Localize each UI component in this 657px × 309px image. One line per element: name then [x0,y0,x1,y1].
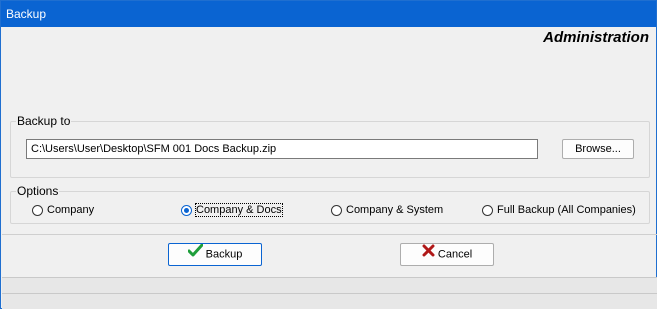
checkmark-icon [187,243,204,265]
browse-button-label: Browse... [575,143,621,155]
radio-full-backup[interactable]: Full Backup (All Companies) [482,202,636,218]
window-title: Backup [6,7,47,21]
radio-full-backup-label: Full Backup (All Companies) [497,204,636,216]
radio-company[interactable]: Company [32,202,94,218]
backup-button[interactable]: Backup [168,243,262,266]
radio-button-selected-icon [181,204,192,216]
section-title: Administration [543,29,649,46]
backup-path-input[interactable]: C:\Users\User\Desktop\SFM 001 Docs Backu… [26,139,538,159]
backup-dialog: Backup Administration Backup to C:\Users… [0,0,657,309]
status-bar-lower [2,293,657,309]
options-label: Options [16,184,60,198]
radio-button-icon [482,204,493,216]
x-icon [422,244,435,265]
radio-company-docs[interactable]: Company & Docs [181,202,283,218]
cancel-button-label: Cancel [437,248,473,261]
status-bar [2,277,657,293]
backup-to-label: Backup to [16,114,72,128]
backup-button-label: Backup [205,248,243,261]
title-bar[interactable]: Backup [1,1,656,27]
radio-button-icon [32,204,43,216]
radio-company-docs-label: Company & Docs [195,203,283,217]
browse-button[interactable]: Browse... [562,139,634,159]
radio-button-icon [331,204,342,216]
radio-company-label: Company [47,204,95,216]
cancel-button[interactable]: Cancel [400,243,494,266]
separator [2,234,657,235]
radio-company-system-label: Company & System [346,204,444,216]
radio-company-system[interactable]: Company & System [331,202,443,218]
